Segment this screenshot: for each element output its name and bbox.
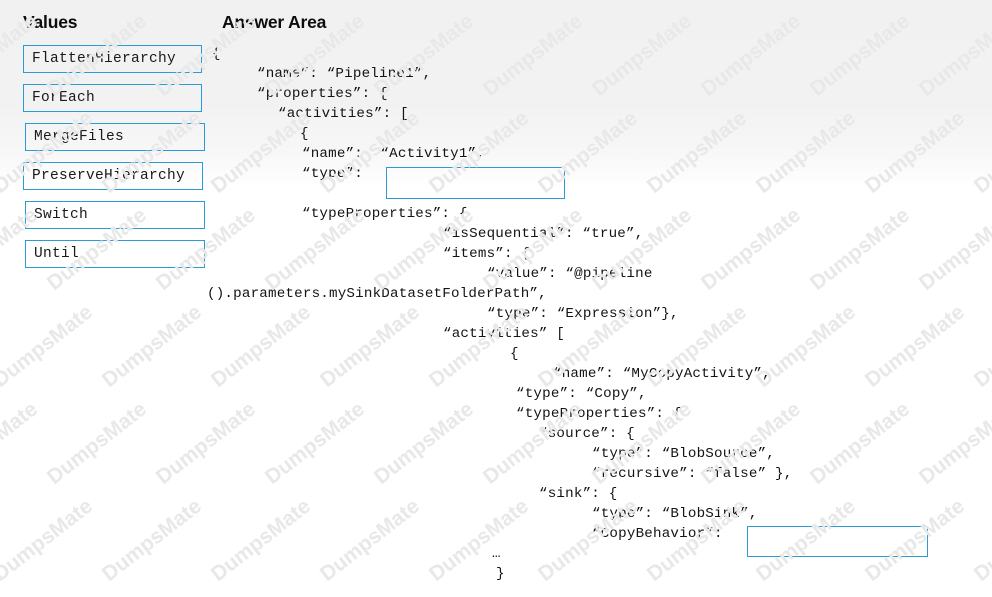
values-heading: Values xyxy=(23,12,78,32)
code-line: “activities” [ xyxy=(0,324,992,344)
code-line: “type”: “Copy”, xyxy=(0,384,992,404)
code-line: “value”: “@pipeline xyxy=(0,264,992,284)
code-line: ().parameters.mySinkDatasetFolderPath”, xyxy=(0,284,992,304)
code-line-text: { xyxy=(212,46,221,62)
code-line: “sink”: { xyxy=(0,484,992,504)
answer-area-heading: Answer Area xyxy=(222,12,327,32)
code-line-text: “value”: “@pipeline xyxy=(487,266,653,282)
code-line: “type”: “BlobSource”, xyxy=(0,444,992,464)
type-answer-blank[interactable] xyxy=(386,167,565,199)
code-line-text: “name”: “MyCopyActivity”, xyxy=(553,366,771,382)
code-line: { xyxy=(0,44,992,64)
answer-area-code-block: { “name”: “Pipeline1”, “properties”: { “act… xyxy=(0,44,992,584)
code-line: { xyxy=(0,344,992,364)
code-line-text: “name”: “Pipeline1”, xyxy=(257,66,432,82)
code-line: “isSequential”: “true”, xyxy=(0,224,992,244)
code-line: “type”: “Expression”}, xyxy=(0,304,992,324)
code-line-text: “type”: “BlobSink”, xyxy=(592,506,758,522)
code-line: } xyxy=(0,564,992,584)
code-line: “properties”: { xyxy=(0,84,992,104)
code-line-text: “type”: “Expression”}, xyxy=(487,306,679,322)
code-line-text: “isSequential”: “true”, xyxy=(443,226,644,242)
code-line: “source”: { xyxy=(0,424,992,444)
code-line: “activities”: [ xyxy=(0,104,992,124)
code-line-text: ().parameters.mySinkDatasetFolderPath”, xyxy=(207,286,547,302)
code-line-text: … xyxy=(492,546,501,562)
code-line-text: “source”: { xyxy=(539,426,635,442)
code-line: { xyxy=(0,124,992,144)
code-line: “name”: “Activity1”, xyxy=(0,144,992,164)
code-line: “name”: “Pipeline1”, xyxy=(0,64,992,84)
code-line-text: “items”: { xyxy=(443,246,531,262)
code-line: “type”: “BlobSink”, xyxy=(0,504,992,524)
code-line: “typeProperties”: { xyxy=(0,404,992,424)
code-line-text: “properties”: { xyxy=(257,86,388,102)
code-line-text: “type”: “Copy”, xyxy=(516,386,647,402)
code-line: “typeProperties”: { xyxy=(0,204,992,224)
code-line-text: “typeProperties”: { xyxy=(516,406,682,422)
code-line-text: “sink”: { xyxy=(539,486,618,502)
code-line-text: } xyxy=(496,566,505,582)
copybehavior-answer-blank[interactable] xyxy=(747,526,928,557)
code-line-text: “activities”: [ xyxy=(278,106,409,122)
code-line-text: “type”: xyxy=(302,166,363,182)
code-line: “name”: “MyCopyActivity”, xyxy=(0,364,992,384)
code-line: “items”: { xyxy=(0,244,992,264)
code-line-text: “CopyBehavior”: xyxy=(592,526,723,542)
code-line-text: “recursive”: “false” }, xyxy=(592,466,793,482)
code-line-text: “type”: “BlobSource”, xyxy=(592,446,775,462)
code-line-text: “activities” [ xyxy=(443,326,565,342)
code-line-text: “typeProperties”: { xyxy=(302,206,468,222)
code-line-text: “name”: “Activity1”, xyxy=(302,146,485,162)
code-line: “recursive”: “false” }, xyxy=(0,464,992,484)
code-line-text: { xyxy=(510,346,519,362)
code-line-text: { xyxy=(300,126,309,142)
